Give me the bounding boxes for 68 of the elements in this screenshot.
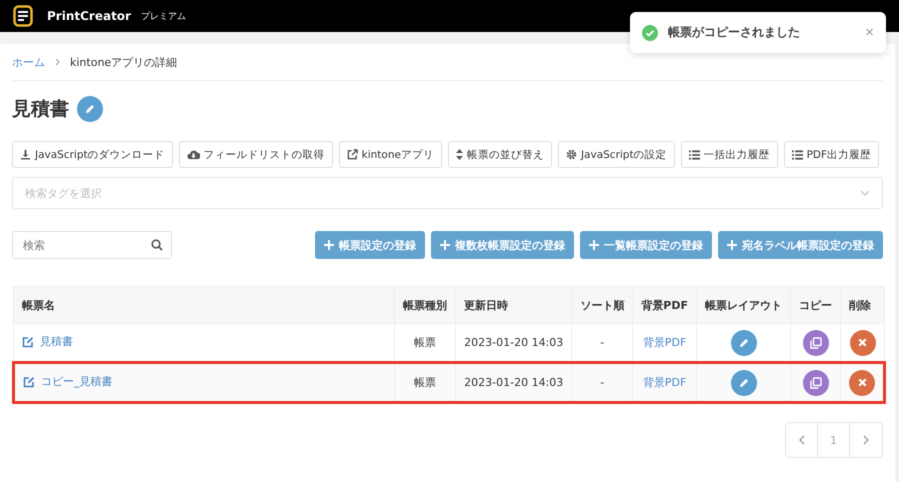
toast-message: 帳票がコピーされました	[668, 24, 801, 41]
pencil-icon	[84, 102, 96, 114]
success-icon	[642, 24, 658, 40]
copy-icon	[810, 376, 822, 388]
edit-layout-button[interactable]	[730, 330, 756, 356]
edit-icon	[23, 376, 35, 388]
column-header: 帳票種別	[394, 286, 456, 324]
column-header: 帳票名	[14, 286, 395, 324]
form-name-link[interactable]: コピー_見積書	[23, 374, 112, 390]
create-button[interactable]: 一覧帳票設定の登録	[580, 231, 712, 259]
table-cell: -	[572, 362, 633, 402]
chevron-right-icon	[55, 58, 60, 66]
pencil-icon	[738, 376, 750, 388]
plus-icon	[324, 240, 334, 250]
list-icon	[792, 150, 803, 160]
cloud-icon	[186, 149, 200, 160]
column-header: コピー	[790, 286, 840, 324]
page-title: 見積書	[12, 96, 69, 122]
logo-icon	[13, 5, 33, 27]
app-name: PrintCreator	[47, 9, 131, 23]
toolbar-button[interactable]: 一括出力履歴	[680, 141, 778, 168]
column-header: ソート順	[572, 286, 633, 324]
download-icon	[20, 149, 31, 160]
column-header: 更新日時	[456, 286, 572, 324]
close-button[interactable]: ×	[865, 24, 874, 41]
copy-button[interactable]	[802, 330, 828, 356]
create-button[interactable]: 宛名ラベル帳票設定の登録	[718, 231, 883, 259]
copy-button[interactable]	[802, 370, 828, 396]
edit-icon	[22, 336, 34, 348]
create-button[interactable]: 帳票設定の登録	[315, 231, 425, 259]
toolbar-button[interactable]: JavaScriptの設定	[558, 141, 675, 168]
form-name-link[interactable]: 見積書	[22, 334, 73, 350]
column-header: 削除	[840, 286, 884, 324]
toolbar-button[interactable]: PDF出力履歴	[784, 141, 880, 168]
search-icon	[151, 239, 163, 251]
delete-button[interactable]	[850, 330, 876, 356]
edit-layout-button[interactable]	[730, 370, 756, 396]
list-icon	[688, 150, 700, 160]
copy-icon	[810, 336, 822, 348]
create-button[interactable]: 複数枚帳票設定の登録	[431, 231, 574, 259]
search-field[interactable]: 検索	[12, 231, 172, 259]
chevron-left-icon	[798, 435, 804, 445]
chevron-right-icon	[863, 435, 869, 445]
external-link-icon	[346, 149, 358, 160]
toolbar-button[interactable]: 帳票の並び替え	[448, 141, 552, 168]
toolbar-button[interactable]: JavaScriptのダウンロード	[12, 141, 173, 168]
close-icon	[858, 378, 866, 387]
sort-icon	[456, 149, 463, 160]
close-icon	[858, 338, 867, 347]
toolbar-button[interactable]: フィールドリストの取得	[178, 141, 333, 168]
toolbar-button[interactable]: kintoneアプリ	[338, 141, 442, 168]
breadcrumb-link[interactable]: ホーム	[12, 54, 45, 70]
delete-button[interactable]	[849, 370, 875, 396]
tag-select[interactable]: 検索タグを選択	[12, 177, 883, 209]
column-header: 帳票レイアウト	[696, 286, 790, 324]
plus-icon	[440, 240, 450, 250]
plus-icon	[727, 240, 737, 250]
plus-icon	[589, 240, 599, 250]
edit-button[interactable]	[77, 96, 103, 122]
plan-label: プレミアム	[140, 10, 186, 22]
column-header: 背景PDF	[632, 286, 696, 324]
breadcrumb-current: kintoneアプリの詳細	[70, 54, 178, 70]
pdf-link[interactable]: 背景PDF	[642, 336, 686, 349]
chevron-down-icon	[860, 190, 870, 196]
settings-icon	[566, 149, 577, 160]
table-cell: 帳票	[394, 362, 456, 402]
pencil-icon	[738, 336, 750, 348]
table-cell: 2023-01-20 14:03	[456, 362, 572, 402]
